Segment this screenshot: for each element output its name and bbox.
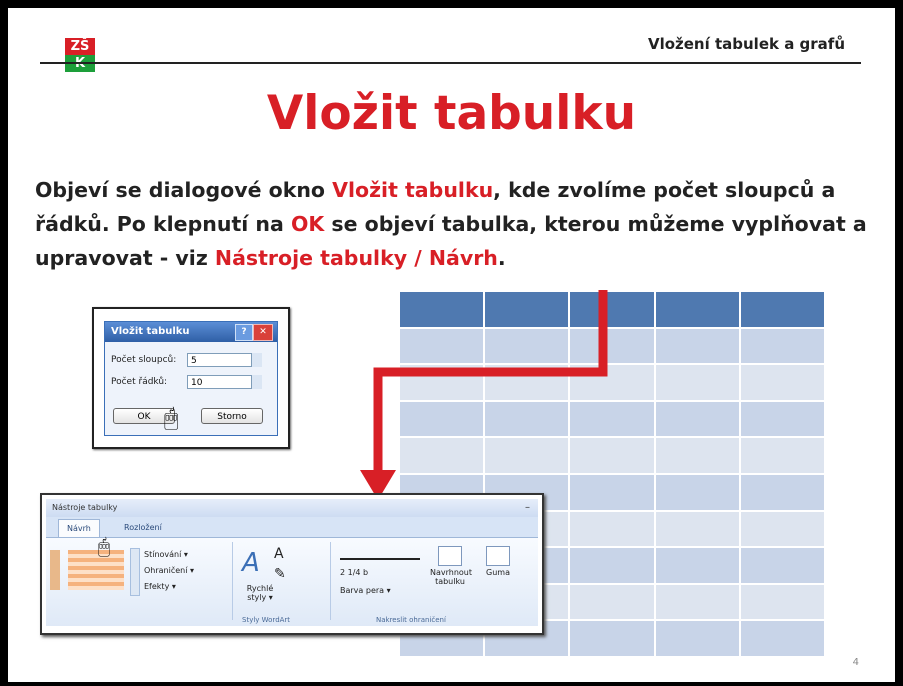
wordart-group-label: Styly WordArt [242,616,291,624]
page-number: 4 [852,657,859,668]
text-outline-icon[interactable]: ✎ [274,566,286,582]
eraser-button[interactable]: Guma [486,568,510,577]
pen-color-button[interactable]: Barva pera ▾ [340,586,391,595]
slide-title: Vložit tabulku [266,86,637,141]
body-highlight-insert-table: Vložit tabulku [332,178,494,202]
logo-line1: ZŠ [65,38,95,55]
rows-input[interactable]: 10 [187,375,261,389]
body-highlight-tools: Nástroje tabulky / Návrh [214,246,498,270]
effects-button[interactable]: Efekty ▾ [144,582,176,591]
header-rule [40,62,861,64]
rows-spinner[interactable] [251,375,262,389]
minimize-icon[interactable]: – [525,499,530,517]
close-icon[interactable]: ✕ [253,324,273,341]
dialog-screenshot: Vložit tabulku ? ✕ Počet sloupců: 5 Poče… [92,307,290,449]
ribbon-context-title: Nástroje tabulky [52,503,118,512]
draw-table-icon[interactable] [438,546,462,566]
body-highlight-ok: OK [290,212,325,236]
borders-button[interactable]: Ohraničení ▾ [144,566,194,575]
pen-style-select[interactable] [340,548,420,560]
body-part-4: . [497,246,506,270]
mouse-cursor-icon: 🖱 [98,534,110,558]
cancel-button[interactable]: Storno [201,408,263,424]
tab-design[interactable]: Návrh [58,519,100,538]
ribbon-tabs: Návrh Rozložení [46,517,538,538]
rows-label: Počet řádků: [111,377,168,387]
shading-button[interactable]: Stínování ▾ [144,550,188,559]
dialog-title: Vložit tabulku [111,326,190,337]
eraser-icon[interactable] [486,546,510,566]
style-gallery-scroll[interactable] [130,548,140,596]
tab-layout[interactable]: Rozložení [116,519,170,537]
columns-input[interactable]: 5 [187,353,261,367]
draw-table-button[interactable]: Navrhnout tabulku [430,568,472,586]
draw-borders-group-label: Nakreslit ohraničení [376,616,446,624]
slide-body-text: Objeví se dialogové okno Vložit tabulku,… [35,173,875,275]
insert-table-dialog: Vložit tabulku ? ✕ Počet sloupců: 5 Poče… [104,321,278,436]
wordart-a-icon[interactable]: A [242,548,260,578]
section-title: Vložení tabulek a grafů [647,35,845,53]
pen-weight-select[interactable]: 2 1/4 b [340,568,368,577]
columns-spinner[interactable] [251,353,262,367]
ribbon-screenshot: Nástroje tabulky – Návrh Rozložení 🖱 Stí… [40,493,544,635]
ribbon-body: 🖱 Stínování ▾ Ohraničení ▾ Efekty ▾ A A … [46,534,538,626]
school-logo: ZŠ K [65,38,95,72]
style-thumb-partial[interactable] [50,550,60,590]
text-fill-icon[interactable]: A [274,546,284,562]
body-part-1: Objeví se dialogové okno [35,178,333,202]
quick-styles-button[interactable]: Rychlé styly ▾ [242,584,278,602]
table-style-thumb[interactable] [68,550,124,590]
help-icon[interactable]: ? [235,324,253,341]
mouse-cursor-icon: 🖱 [164,404,179,432]
columns-label: Počet sloupců: [111,355,177,365]
